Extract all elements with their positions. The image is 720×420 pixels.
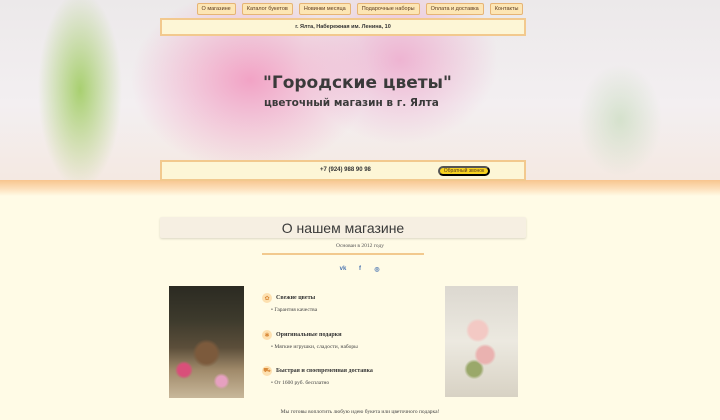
instagram-icon[interactable]: ◎: [374, 265, 381, 273]
about-heading: О нашем магазине: [160, 217, 526, 238]
nav-item-new[interactable]: Новинки месяца: [298, 3, 351, 15]
nav-item-about[interactable]: О магазине: [196, 3, 236, 15]
address-bar: г. Ялта, Набережная им. Ленина, 10: [160, 18, 526, 36]
nav-item-catalog[interactable]: Каталог букетов: [241, 3, 293, 15]
section-divider: [262, 253, 424, 255]
feature-item: От 1600 руб. бесплатно: [271, 380, 329, 386]
bottom-promo-text: Мы готовы воплотить любую идею букета ил…: [280, 409, 440, 415]
phone-number[interactable]: +7 (924) 988 90 98: [320, 167, 371, 173]
bouquet-photo: [445, 286, 518, 397]
gift-icon: ✱: [262, 330, 272, 340]
feature-item: Гарантия качества: [271, 307, 317, 313]
page-subtitle: цветочный магазин в г. Ялта: [264, 97, 439, 109]
vk-icon[interactable]: vk: [340, 265, 347, 273]
about-heading-text: О нашем магазине: [281, 219, 405, 236]
page-title: "Городские цветы": [263, 73, 452, 93]
address-text: г. Ялта, Набережная им. Ленина, 10: [295, 24, 391, 30]
delivery-icon: ⛟: [262, 366, 272, 376]
phone-bar: +7 (924) 988 90 98 Обратный звонок: [160, 160, 526, 181]
social-links: vk f ◎: [0, 265, 720, 273]
nav-item-contacts[interactable]: Контакты: [489, 3, 524, 15]
shop-front-photo: [169, 286, 244, 398]
feature-title: Оригинальные подарки: [276, 332, 342, 338]
hero-divider-band: [0, 180, 720, 196]
nav-item-payment-delivery[interactable]: Оплата и доставка: [425, 3, 484, 15]
founded-text: Основан в 2012 году: [336, 243, 384, 249]
callback-button[interactable]: Обратный звонок: [438, 166, 490, 176]
facebook-icon[interactable]: f: [357, 265, 364, 273]
top-navigation: О магазине Каталог букетов Новинки месяц…: [0, 3, 720, 15]
feature-item: Мягкие игрушки, сладости, наборы: [271, 344, 358, 350]
nav-item-gift-sets[interactable]: Подарочные наборы: [356, 3, 420, 15]
feature-title: Свежие цветы: [276, 295, 316, 301]
feature-title: Быстрая и своевременная доставка: [276, 368, 373, 374]
flower-icon: ✿: [262, 293, 272, 303]
